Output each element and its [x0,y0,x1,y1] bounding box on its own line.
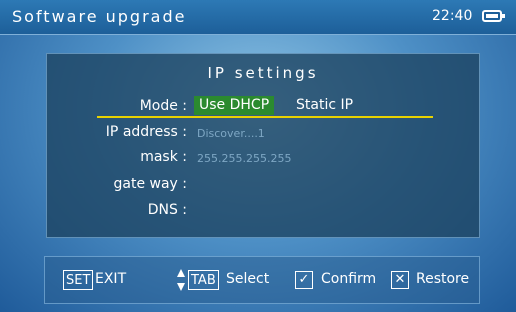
checkbox-icon[interactable]: ✓ [295,271,313,289]
dns-label: DNS : [147,202,187,218]
up-down-arrow-icon [177,269,185,291]
app-title: Software upgrade [12,7,187,26]
ip-address-field[interactable]: Discover....1 [197,127,265,140]
panel-title: IP settings [207,64,319,82]
ip-settings-panel: IP settings Mode : Use DHCP Static IP IP… [46,53,480,238]
mode-label: Mode : [139,98,187,114]
mask-field[interactable]: 255.255.255.255 [197,152,291,165]
tab-key[interactable]: TAB [188,270,219,290]
confirm-label: Confirm [321,271,377,287]
exit-label: EXIT [95,271,127,287]
select-label: Select [226,271,270,287]
close-box-icon[interactable]: ✕ [391,271,409,289]
clock: 22:40 [432,8,473,24]
mode-option-static[interactable]: Static IP [291,96,358,115]
gateway-label: gate way : [113,176,188,192]
ip-address-label: IP address : [105,124,187,140]
mode-option-dhcp[interactable]: Use DHCP [194,96,275,115]
selection-underline [97,116,433,118]
battery-icon [482,10,505,22]
set-key[interactable]: SET [63,270,94,290]
mask-label: mask : [140,149,187,165]
restore-label: Restore [416,271,470,287]
key-hint-bar: SET EXIT TAB Select ✓ Confirm ✕ Restore [44,256,480,304]
title-bar: Software upgrade 22:40 [0,0,516,35]
